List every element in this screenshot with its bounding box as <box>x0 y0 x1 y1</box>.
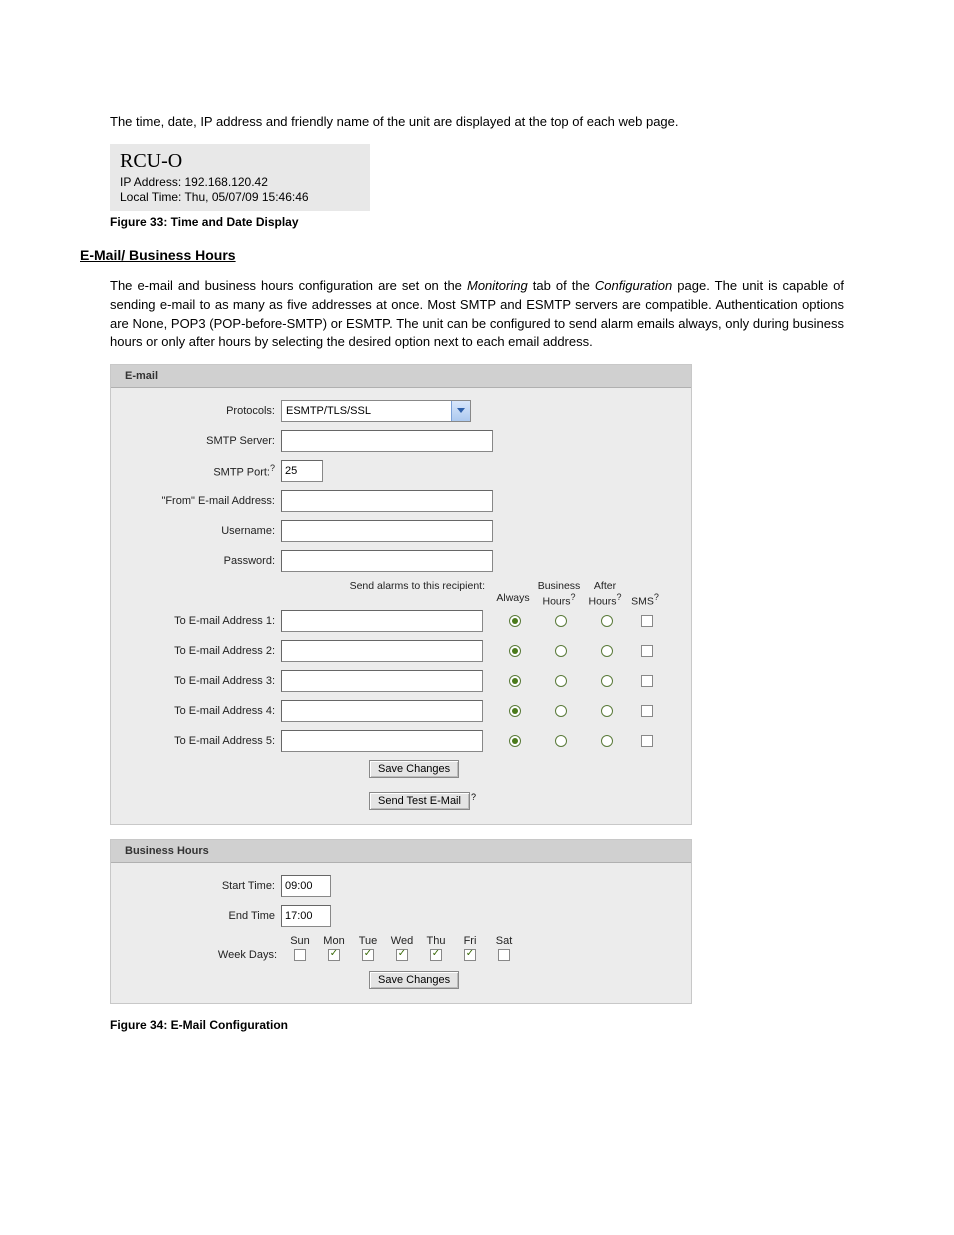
weekday-checkbox-fri[interactable] <box>464 949 476 961</box>
weekday-checkbox-thu[interactable] <box>430 949 442 961</box>
from-address-input[interactable] <box>281 490 493 512</box>
username-label: Username: <box>127 525 281 537</box>
recipient-row: To E-mail Address 2: <box>127 640 675 662</box>
section-body: The e-mail and business hours configurat… <box>110 277 844 352</box>
weekday-checkbox-mon[interactable] <box>328 949 340 961</box>
smtp-port-input[interactable] <box>281 460 323 482</box>
recipient-row: To E-mail Address 1: <box>127 610 675 632</box>
local-time-line: Local Time: Thu, 05/07/09 15:46:46 <box>120 190 360 204</box>
weekday-header: SunMonTueWedThuFriSat <box>127 935 675 947</box>
bh-save-changes-button[interactable]: Save Changes <box>369 971 459 989</box>
recipient-sms-checkbox[interactable] <box>641 675 653 687</box>
recipient-after-radio[interactable] <box>601 735 613 747</box>
password-label: Password: <box>127 555 281 567</box>
recipient-label: To E-mail Address 1: <box>127 615 281 627</box>
business-hours-panel: Business Hours Start Time: End Time SunM… <box>110 839 692 1004</box>
smtp-server-label: SMTP Server: <box>127 435 281 447</box>
recipient-row: To E-mail Address 5: <box>127 730 675 752</box>
end-time-label: End Time <box>127 910 281 922</box>
device-title: RCU-O <box>120 150 360 173</box>
weekday-checkbox-sun[interactable] <box>294 949 306 961</box>
figure-33-caption: Figure 33: Time and Date Display <box>110 215 844 229</box>
business-hours-header: Business Hours <box>111 840 691 863</box>
weekday-col-label: Wed <box>385 935 419 947</box>
recipient-always-radio[interactable] <box>509 675 521 687</box>
recipient-sms-checkbox[interactable] <box>641 645 653 657</box>
recipient-sms-checkbox[interactable] <box>641 615 653 627</box>
recipient-row: To E-mail Address 3: <box>127 670 675 692</box>
weekday-checkbox-sat[interactable] <box>498 949 510 961</box>
figure-33-box: RCU-O IP Address: 192.168.120.42 Local T… <box>110 144 370 211</box>
recipient-always-radio[interactable] <box>509 735 521 747</box>
recipient-after-radio[interactable] <box>601 615 613 627</box>
recipient-business-radio[interactable] <box>555 705 567 717</box>
recipient-after-radio[interactable] <box>601 675 613 687</box>
weekday-col-label: Thu <box>419 935 453 947</box>
send-test-email-button[interactable]: Send Test E-Mail <box>369 792 470 810</box>
start-time-label: Start Time: <box>127 880 281 892</box>
recipient-business-radio[interactable] <box>555 675 567 687</box>
recipient-sms-checkbox[interactable] <box>641 705 653 717</box>
recipient-email-input[interactable] <box>281 730 483 752</box>
weekday-checkbox-wed[interactable] <box>396 949 408 961</box>
weekdays-label: Week Days: <box>127 949 283 961</box>
from-address-label: "From" E-mail Address: <box>127 495 281 507</box>
recipient-business-radio[interactable] <box>555 615 567 627</box>
recipient-label: To E-mail Address 5: <box>127 735 281 747</box>
smtp-port-label: SMTP Port:? <box>127 463 281 479</box>
recipient-email-input[interactable] <box>281 670 483 692</box>
username-input[interactable] <box>281 520 493 542</box>
recipient-business-radio[interactable] <box>555 645 567 657</box>
weekday-col-label: Sun <box>283 935 317 947</box>
recipient-always-radio[interactable] <box>509 645 521 657</box>
recipient-email-input[interactable] <box>281 700 483 722</box>
email-panel-header: E-mail <box>111 365 691 388</box>
figure-34-caption: Figure 34: E-Mail Configuration <box>110 1018 844 1032</box>
recipient-after-radio[interactable] <box>601 645 613 657</box>
chevron-down-icon <box>451 401 470 421</box>
recipient-sms-checkbox[interactable] <box>641 735 653 747</box>
smtp-server-input[interactable] <box>281 430 493 452</box>
recipient-label: To E-mail Address 3: <box>127 675 281 687</box>
protocols-select[interactable]: ESMTP/TLS/SSL <box>281 400 471 422</box>
weekday-col-label: Sat <box>487 935 521 947</box>
protocols-label: Protocols: <box>127 405 281 417</box>
recipient-label: To E-mail Address 4: <box>127 705 281 717</box>
weekday-checkbox-tue[interactable] <box>362 949 374 961</box>
recipient-row: To E-mail Address 4: <box>127 700 675 722</box>
recipient-after-radio[interactable] <box>601 705 613 717</box>
recipient-always-radio[interactable] <box>509 705 521 717</box>
intro-paragraph: The time, date, IP address and friendly … <box>110 113 844 132</box>
section-heading: E-Mail/ Business Hours <box>80 247 844 263</box>
recipient-business-radio[interactable] <box>555 735 567 747</box>
password-input[interactable] <box>281 550 493 572</box>
save-changes-button[interactable]: Save Changes <box>369 760 459 778</box>
weekday-col-label: Tue <box>351 935 385 947</box>
recipient-email-input[interactable] <box>281 640 483 662</box>
end-time-input[interactable] <box>281 905 331 927</box>
recipient-columns-header: Send alarms to this recipient: Always Bu… <box>127 580 675 608</box>
start-time-input[interactable] <box>281 875 331 897</box>
recipient-label: To E-mail Address 2: <box>127 645 281 657</box>
recipient-email-input[interactable] <box>281 610 483 632</box>
weekday-col-label: Fri <box>453 935 487 947</box>
weekday-col-label: Mon <box>317 935 351 947</box>
ip-address-line: IP Address: 192.168.120.42 <box>120 175 360 189</box>
email-panel: E-mail Protocols: ESMTP/TLS/SSL SMTP Ser… <box>110 364 692 825</box>
recipient-always-radio[interactable] <box>509 615 521 627</box>
